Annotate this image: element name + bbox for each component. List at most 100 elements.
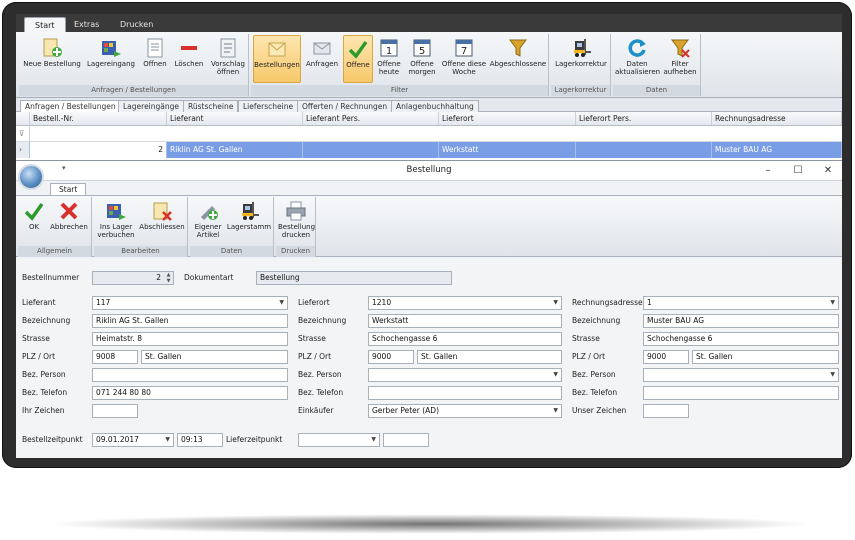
warehouse-in-button[interactable]: Lagereingang (85, 35, 137, 83)
cell-lieferant-pers[interactable] (303, 142, 439, 158)
maximize-button[interactable]: ☐ (786, 163, 810, 178)
ribbon-group-anfragen: Neue Bestellung Lagereingang Offnen Lösc… (19, 34, 249, 96)
new-order-button[interactable]: Neue Bestellung (21, 35, 83, 83)
rechnung-strasse-field[interactable]: Schochengasse 6 (643, 332, 839, 346)
col-bestell-nr[interactable]: Bestell.-Nr. (30, 112, 167, 125)
lieferort-plz-field[interactable]: 9000 (368, 350, 414, 364)
filter-open-week-button[interactable]: 7 Offene diese Woche (441, 35, 487, 83)
lieferant-value: 117 (96, 298, 111, 307)
rechnung-telefon-field[interactable] (643, 386, 839, 400)
own-article-button[interactable]: Eigener Artikel (192, 198, 224, 246)
col-lieferort-pers[interactable]: Lieferort Pers. (576, 112, 712, 125)
refresh-data-button[interactable]: Daten aktualisieren (615, 35, 660, 83)
col-lieferort[interactable]: Lieferort (439, 112, 576, 125)
group-label-lagerkorrektur: Lagerkorrektur (551, 85, 610, 96)
rechnung-bezeichnung-field[interactable]: Muster BAU AG (643, 314, 839, 328)
lieferort-select[interactable]: 1210 ▼ (368, 296, 562, 310)
rechnungsadresse-select[interactable]: 1 ▼ (643, 296, 839, 310)
chevron-down-icon: ▼ (165, 436, 170, 443)
cancel-x-icon (60, 202, 78, 220)
dokumentart-field[interactable]: Bestellung (256, 271, 452, 285)
filter-closed-button[interactable]: Abgeschlossene (489, 35, 547, 83)
cell-bestell-nr[interactable]: 2 (30, 142, 167, 158)
label-bezeichnung-1: Bezeichnung (22, 316, 71, 325)
cell-lieferant[interactable]: Riklin AG St. Gallen (167, 142, 303, 158)
filter-requests-button[interactable]: Anfragen (303, 35, 341, 83)
col-lieferant[interactable]: Lieferant (167, 112, 303, 125)
tab-start[interactable]: Start (24, 17, 66, 32)
filter-orders-button[interactable]: Bestellungen (253, 35, 301, 83)
subtab-anlagenbuchhaltung[interactable]: Anlagenbuchhaltung (391, 100, 479, 112)
dialog-tab-start[interactable]: Start (50, 183, 87, 195)
lieferort-value: 1210 (372, 298, 392, 307)
finalize-button[interactable]: Abschliessen (138, 198, 186, 246)
lieferant-telefon-field[interactable]: 071 244 80 80 (92, 386, 288, 400)
spin-arrows-icon[interactable]: ▲ ▼ (165, 272, 172, 284)
svg-text:5: 5 (419, 46, 425, 57)
lieferort-strasse-field[interactable]: Schochengasse 6 (368, 332, 562, 346)
liefer-datum-picker[interactable]: ▼ (298, 433, 380, 447)
application-menu-button[interactable] (18, 164, 44, 190)
bestell-datum-picker[interactable]: 09.01.2017 ▼ (92, 433, 174, 447)
subtab-lagereingaenge[interactable]: Lagereingänge (118, 100, 185, 112)
rechnung-person-select[interactable]: ▼ (643, 368, 839, 382)
table-row[interactable]: › 2 Riklin AG St. Gallen Werkstatt Muste… (16, 142, 842, 158)
close-button[interactable]: ✕ (816, 163, 840, 178)
tab-extras[interactable]: Extras (64, 17, 109, 32)
delete-button[interactable]: Löschen (172, 35, 206, 83)
filter-open-button[interactable]: Offene (343, 35, 373, 83)
remove-filter-button[interactable]: Filter aufheben (661, 35, 699, 83)
subtab-lieferscheine[interactable]: Lieferscheine (238, 100, 299, 112)
subtab-anfragen-bestellungen[interactable]: Anfragen / Bestellungen (20, 100, 121, 112)
liefer-zeit-field[interactable] (383, 433, 429, 447)
ihr-zeichen-field[interactable] (92, 404, 138, 418)
cell-lieferort-pers[interactable] (576, 142, 712, 158)
minimize-button[interactable]: – (756, 163, 780, 178)
cancel-button[interactable]: Abbrechen (48, 198, 90, 246)
cell-rechnungsadresse[interactable]: Muster BAU AG (712, 142, 842, 158)
ok-button[interactable]: OK (20, 198, 48, 246)
rechnung-plz-field[interactable]: 9000 (643, 350, 689, 364)
tab-drucken[interactable]: Drucken (110, 17, 163, 32)
col-lieferant-pers[interactable]: Lieferant Pers. (303, 112, 439, 125)
cell-lieferort[interactable]: Werkstatt (439, 142, 576, 158)
rechnung-ort-field[interactable]: St. Gallen (692, 350, 839, 364)
stock-correction-button[interactable]: Lagerkorrektur (553, 35, 609, 83)
proposal-open-button[interactable]: Vorschlag öffnen (209, 35, 247, 83)
lieferant-plz-field[interactable]: 9008 (92, 350, 138, 364)
label-person-1: Bez. Person (22, 370, 66, 379)
stock-master-button[interactable]: Lagerstamm (226, 198, 272, 246)
lieferant-person-field[interactable] (92, 368, 288, 382)
filter-open-tomorrow-button[interactable]: 5 Offene morgen (405, 35, 439, 83)
chevron-down-icon: ▼ (279, 299, 284, 306)
lieferort-telefon-field[interactable] (368, 386, 562, 400)
lieferant-select[interactable]: 117 ▼ (92, 296, 288, 310)
open-button[interactable]: Offnen (140, 35, 170, 83)
label-telefon-3: Bez. Telefon (572, 388, 618, 397)
subtab-offerten-rechnungen[interactable]: Offerten / Rechnungen (297, 100, 393, 112)
printer-icon (286, 201, 306, 221)
lieferort-person-select[interactable]: ▼ (368, 368, 562, 382)
col-rechnungsadresse[interactable]: Rechnungsadresse (712, 112, 842, 125)
label-bezeichnung-3: Bezeichnung (572, 316, 621, 325)
dialog-group-daten: Eigener Artikel Lagerstamm Daten (190, 197, 274, 257)
lieferant-ort-field[interactable]: St. Gallen (141, 350, 288, 364)
filter-open-today-button[interactable]: 1 Offene heute (375, 35, 403, 83)
lieferant-strasse-field[interactable]: Heimatstr. 8 (92, 332, 288, 346)
lieferort-ort-field[interactable]: St. Gallen (417, 350, 562, 364)
einkaeufer-select[interactable]: Gerber Peter (AD) ▼ (368, 404, 562, 418)
quick-access-icon[interactable]: ▾ (62, 164, 66, 172)
lieferort-bezeichnung-field[interactable]: Werkstatt (368, 314, 562, 328)
subtab-ruestscheine[interactable]: Rüstscheine (183, 100, 239, 112)
bestell-datum-value: 09.01.2017 (96, 435, 139, 444)
filter-open-label: Offene (346, 61, 370, 69)
funnel-icon (509, 39, 527, 57)
lieferant-bezeichnung-field[interactable]: Riklin AG St. Gallen (92, 314, 288, 328)
filter-open-tomorrow-label: Offene morgen (408, 60, 436, 76)
book-to-stock-button[interactable]: Ins Lager verbuchen (96, 198, 136, 246)
bestellnummer-stepper[interactable]: 2 ▲ ▼ (92, 271, 174, 285)
print-order-button[interactable]: Bestellung drucken (278, 198, 315, 246)
bestell-zeit-field[interactable]: 09:13 (177, 433, 223, 447)
grid-filter-row[interactable]: ⊽ (16, 126, 842, 142)
unser-zeichen-field[interactable] (643, 404, 689, 418)
